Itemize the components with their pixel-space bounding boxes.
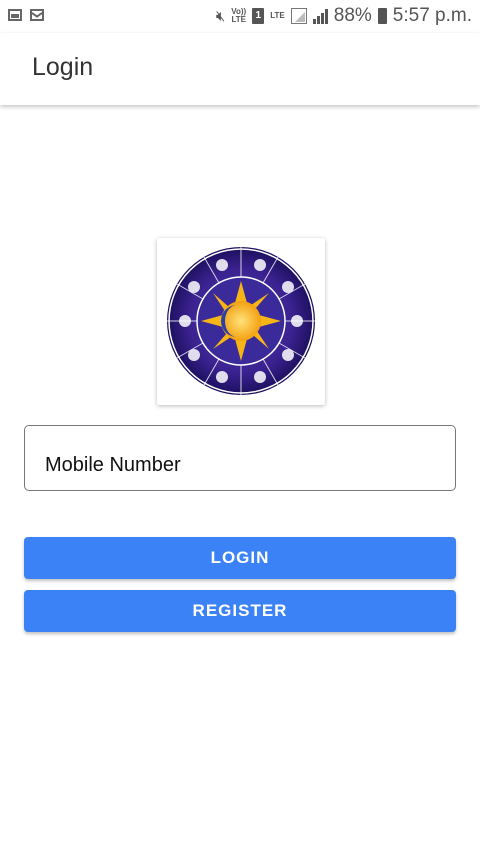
battery-percent: 88% — [333, 5, 372, 26]
volte-icon: Vo)) LTE — [231, 7, 247, 24]
login-button[interactable]: LOGIN — [24, 537, 456, 579]
clock: 5:57 p.m. — [392, 5, 472, 26]
app-logo — [157, 238, 325, 405]
mail-notification-icon — [30, 9, 44, 21]
status-bar: 🔇︎ Vo)) LTE 1 LTE 88% 5:57 p.m. — [0, 0, 480, 33]
page-title: Login — [32, 53, 94, 81]
app-bar: Login — [0, 33, 480, 105]
signal-sim2-icon — [290, 8, 307, 24]
zodiac-wheel-logo — [167, 247, 315, 395]
register-button[interactable]: REGISTER — [24, 590, 456, 632]
battery-icon — [377, 8, 387, 24]
mobile-number-input[interactable] — [45, 454, 425, 477]
signal-icon — [312, 8, 328, 24]
image-notification-icon — [8, 9, 22, 21]
status-icons: 🔇︎ Vo)) LTE 1 LTE 88% 5:57 p.m. — [216, 5, 472, 27]
lte-icon: LTE — [270, 11, 285, 20]
sim-icon: 1 — [252, 8, 265, 24]
notification-icons — [8, 9, 44, 21]
mobile-number-field[interactable] — [24, 425, 456, 491]
mute-icon: 🔇︎ — [215, 7, 226, 25]
